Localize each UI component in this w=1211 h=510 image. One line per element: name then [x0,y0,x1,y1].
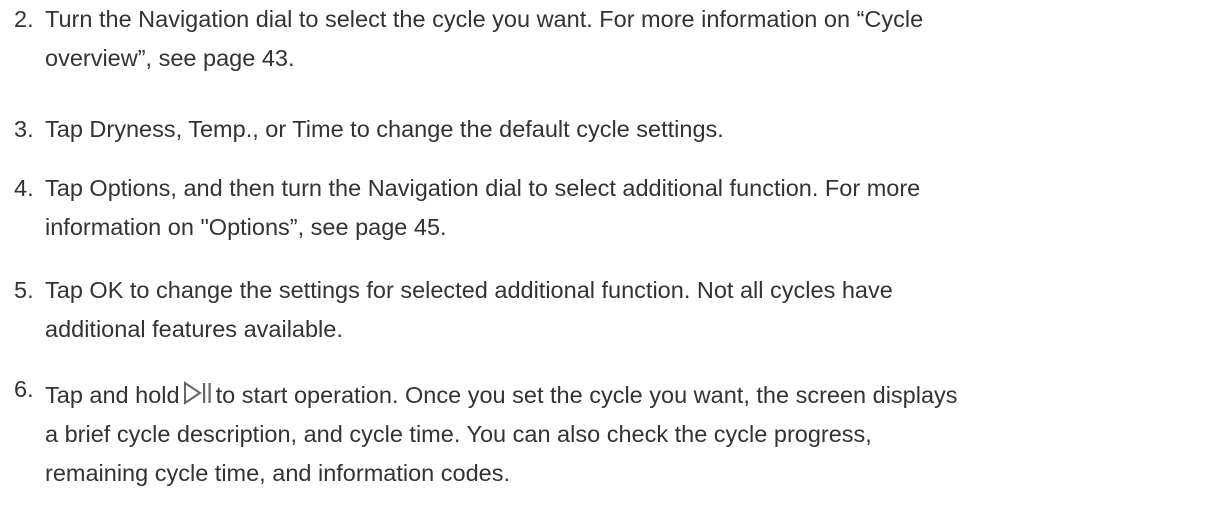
step-number: 6. [14,376,34,402]
step-line: additional features available. [45,316,343,342]
step-text: Turn the Navigation dial to select the c… [45,0,1195,78]
step-text-after-icon: to start operation. Once you set the cyc… [215,382,958,408]
step-text: Tap OK to change the settings for select… [45,271,1195,349]
step-line: Tap Options, and then turn the Navigatio… [45,175,921,201]
play-pause-icon [183,381,211,405]
step-number: 5. [14,277,34,303]
instruction-steps: 2. Turn the Navigation dial to select th… [0,0,1211,510]
step-line: Tap Dryness, Temp., or Time to change th… [45,116,724,142]
step-number: 3. [14,116,34,142]
step-number: 4. [14,175,34,201]
step-line: Turn the Navigation dial to select the c… [45,6,924,32]
step-line: a brief cycle description, and cycle tim… [45,421,872,447]
step-text: Tap Dryness, Temp., or Time to change th… [45,110,1195,149]
step-line-with-icon: Tap and hold to start operation. Once yo… [45,376,1195,415]
step-line: remaining cycle time, and information co… [45,460,510,486]
step-text-before-icon: Tap and hold [45,382,180,408]
step-line: information on "Options”, see page 45. [45,214,447,240]
step-text: Tap and hold to start operation. Once yo… [45,376,1195,493]
step-text: Tap Options, and then turn the Navigatio… [45,169,1195,247]
step-line: overview”, see page 43. [45,45,295,71]
step-number: 2. [14,6,34,32]
step-line: Tap OK to change the settings for select… [45,277,893,303]
